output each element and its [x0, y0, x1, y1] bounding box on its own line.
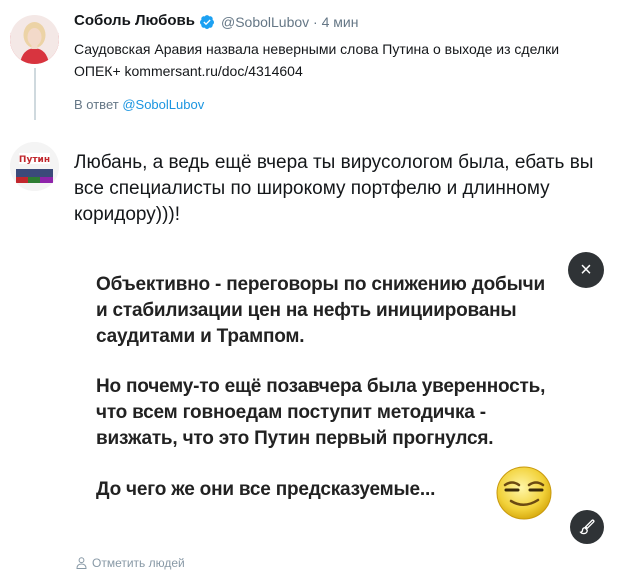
author-name[interactable]: Соболь Любовь	[74, 12, 195, 29]
image-text-line: что всем говноедам поступит методичка -	[96, 402, 486, 423]
tweet-text-line-1: Саудовская Аравия назвала неверными слов…	[74, 41, 560, 57]
thread-line	[34, 68, 36, 120]
verified-badge-icon	[200, 15, 214, 29]
handle-and-timestamp[interactable]: @SobolLubov · 4 мин	[221, 14, 358, 30]
reply-context: В ответ @SobolLubov	[74, 97, 204, 112]
tag-people-label: Отметить людей	[92, 556, 185, 570]
person-icon	[76, 557, 87, 569]
brush-icon	[579, 519, 595, 535]
user-avatar[interactable]: Путин	[10, 142, 59, 191]
image-text-line: визжать, что это Путин первый прогнулся.	[96, 428, 494, 449]
tweet-text-line-2[interactable]: ОПЕК+ kommersant.ru/doc/4314604	[74, 60, 614, 82]
edit-image-button[interactable]	[570, 510, 604, 544]
smirk-emoji-icon	[496, 466, 552, 520]
avatar-label: Путин	[19, 155, 50, 165]
image-text-line: саудитами и Трампом.	[96, 326, 305, 347]
remove-image-button[interactable]: ×	[568, 252, 604, 288]
image-text-line: До чего же они все предсказуемые...	[96, 479, 436, 500]
image-text-line: Но почему-то ещё позавчера была уверенно…	[96, 376, 546, 397]
image-text-line: и стабилизации цен на нефть инициированы	[96, 300, 517, 321]
tag-people-button[interactable]: Отметить людей	[76, 556, 185, 570]
close-icon: ×	[580, 258, 592, 281]
image-text-line: Объективно - переговоры по снижению добы…	[96, 274, 545, 295]
reply-prefix: В ответ	[74, 97, 119, 112]
reply-mention-link[interactable]: @SobolLubov	[122, 97, 204, 112]
reply-compose-text[interactable]: Любань, а ведь ещё вчера ты вирусологом …	[74, 150, 604, 228]
original-tweet-text: Саудовская Аравия назвала неверными слов…	[74, 38, 614, 82]
author-avatar[interactable]	[10, 15, 59, 64]
